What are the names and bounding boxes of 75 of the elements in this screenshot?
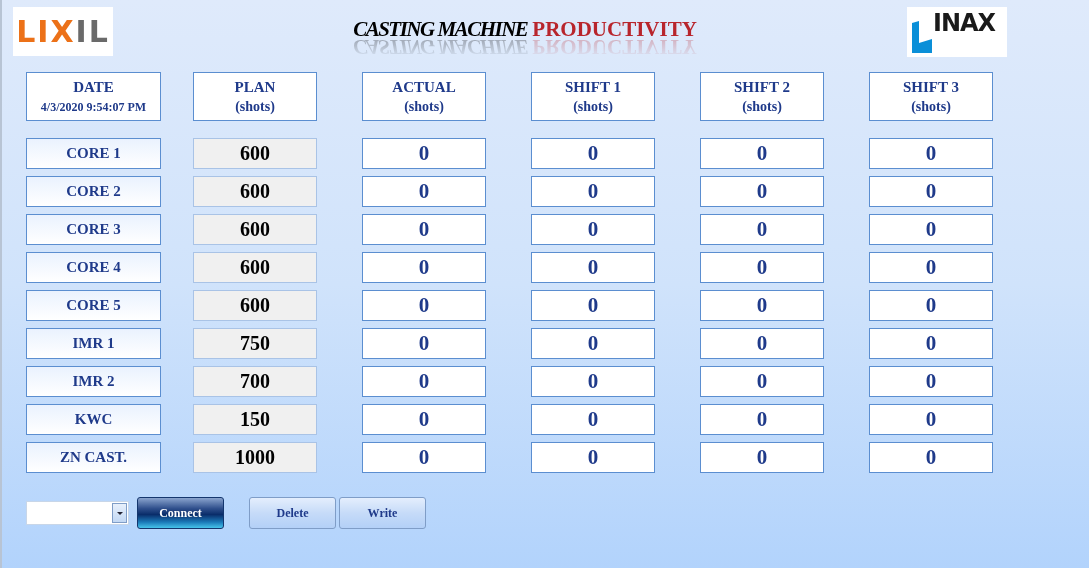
value-field: 0: [869, 366, 993, 397]
value-field: 0: [869, 252, 993, 283]
date-time: 4/3/2020 9:54:07 PM: [40, 98, 147, 116]
value-field: 0: [700, 404, 824, 435]
value-field: 0: [362, 214, 486, 245]
logo: INAX: [907, 7, 1007, 57]
value-field: 0: [700, 290, 824, 321]
header-unit: (shots): [742, 97, 782, 116]
value-field: 0: [531, 366, 655, 397]
value-field: 0: [362, 290, 486, 321]
value-field: 0: [531, 214, 655, 245]
value-field: 0: [362, 366, 486, 397]
value-field: 0: [869, 138, 993, 169]
value-field: 0: [531, 404, 655, 435]
header-title: PLAN: [234, 77, 276, 97]
value-field: 0: [362, 176, 486, 207]
value-field: 0: [362, 442, 486, 473]
header-title: SHIFT 2: [734, 77, 790, 97]
value-field: 0: [531, 252, 655, 283]
value-field: 0: [869, 328, 993, 359]
value-field: 0: [869, 290, 993, 321]
value-field: 0: [531, 328, 655, 359]
value-field: 0: [700, 252, 824, 283]
value-field: 0: [869, 442, 993, 473]
header-unit: (shots): [235, 97, 275, 116]
value-field: 0: [362, 138, 486, 169]
header-title: SHIFT 1: [565, 77, 621, 97]
value-field: 0: [531, 138, 655, 169]
value-field: 0: [700, 214, 824, 245]
row-label: ZN CAST.: [26, 442, 161, 473]
value-field: 0: [362, 328, 486, 359]
caret-icon: [116, 511, 123, 515]
value-field: 0: [700, 176, 824, 207]
plan-value: 1000: [193, 442, 317, 473]
value-field: 0: [362, 252, 486, 283]
value-field: 0: [869, 214, 993, 245]
title-text: CASTING MACHINE: [353, 17, 528, 41]
value-field: 0: [362, 404, 486, 435]
header-unit: (shots): [911, 97, 951, 116]
value-field: 0: [869, 404, 993, 435]
row-label: CORE 3: [26, 214, 161, 245]
header-title: SHIFT 3: [903, 77, 959, 97]
row-label: CORE 1: [26, 138, 161, 169]
row-label: CORE 2: [26, 176, 161, 207]
value-field: 0: [531, 442, 655, 473]
plan-value: 600: [193, 176, 317, 207]
row-label: IMR 2: [26, 366, 161, 397]
header-title: DATE: [73, 77, 114, 97]
value-field: 0: [700, 442, 824, 473]
value-field: 0: [700, 138, 824, 169]
button[interactable]: Connect: [137, 497, 224, 529]
value-field: 0: [531, 176, 655, 207]
plan-value: 700: [193, 366, 317, 397]
header-unit: (shots): [573, 97, 613, 116]
plan-value: 600: [193, 252, 317, 283]
value-field: 0: [700, 328, 824, 359]
value-field: 0: [869, 176, 993, 207]
logo: LIXIL: [13, 7, 113, 56]
header-title: ACTUAL: [392, 77, 456, 97]
button[interactable]: Delete: [249, 497, 336, 529]
row-label: IMR 1: [26, 328, 161, 359]
button[interactable]: Write: [339, 497, 426, 529]
header-unit: (shots): [404, 97, 444, 116]
plan-value: 750: [193, 328, 317, 359]
plan-value: 600: [193, 214, 317, 245]
value-field: 0: [700, 366, 824, 397]
dropdown[interactable]: [26, 501, 129, 525]
row-label: KWC: [26, 404, 161, 435]
title-text: PRODUCTIVITY: [532, 17, 697, 41]
plan-value: 600: [193, 290, 317, 321]
row-label: CORE 4: [26, 252, 161, 283]
row-label: CORE 5: [26, 290, 161, 321]
value-field: 0: [531, 290, 655, 321]
plan-value: 600: [193, 138, 317, 169]
plan-value: 150: [193, 404, 317, 435]
